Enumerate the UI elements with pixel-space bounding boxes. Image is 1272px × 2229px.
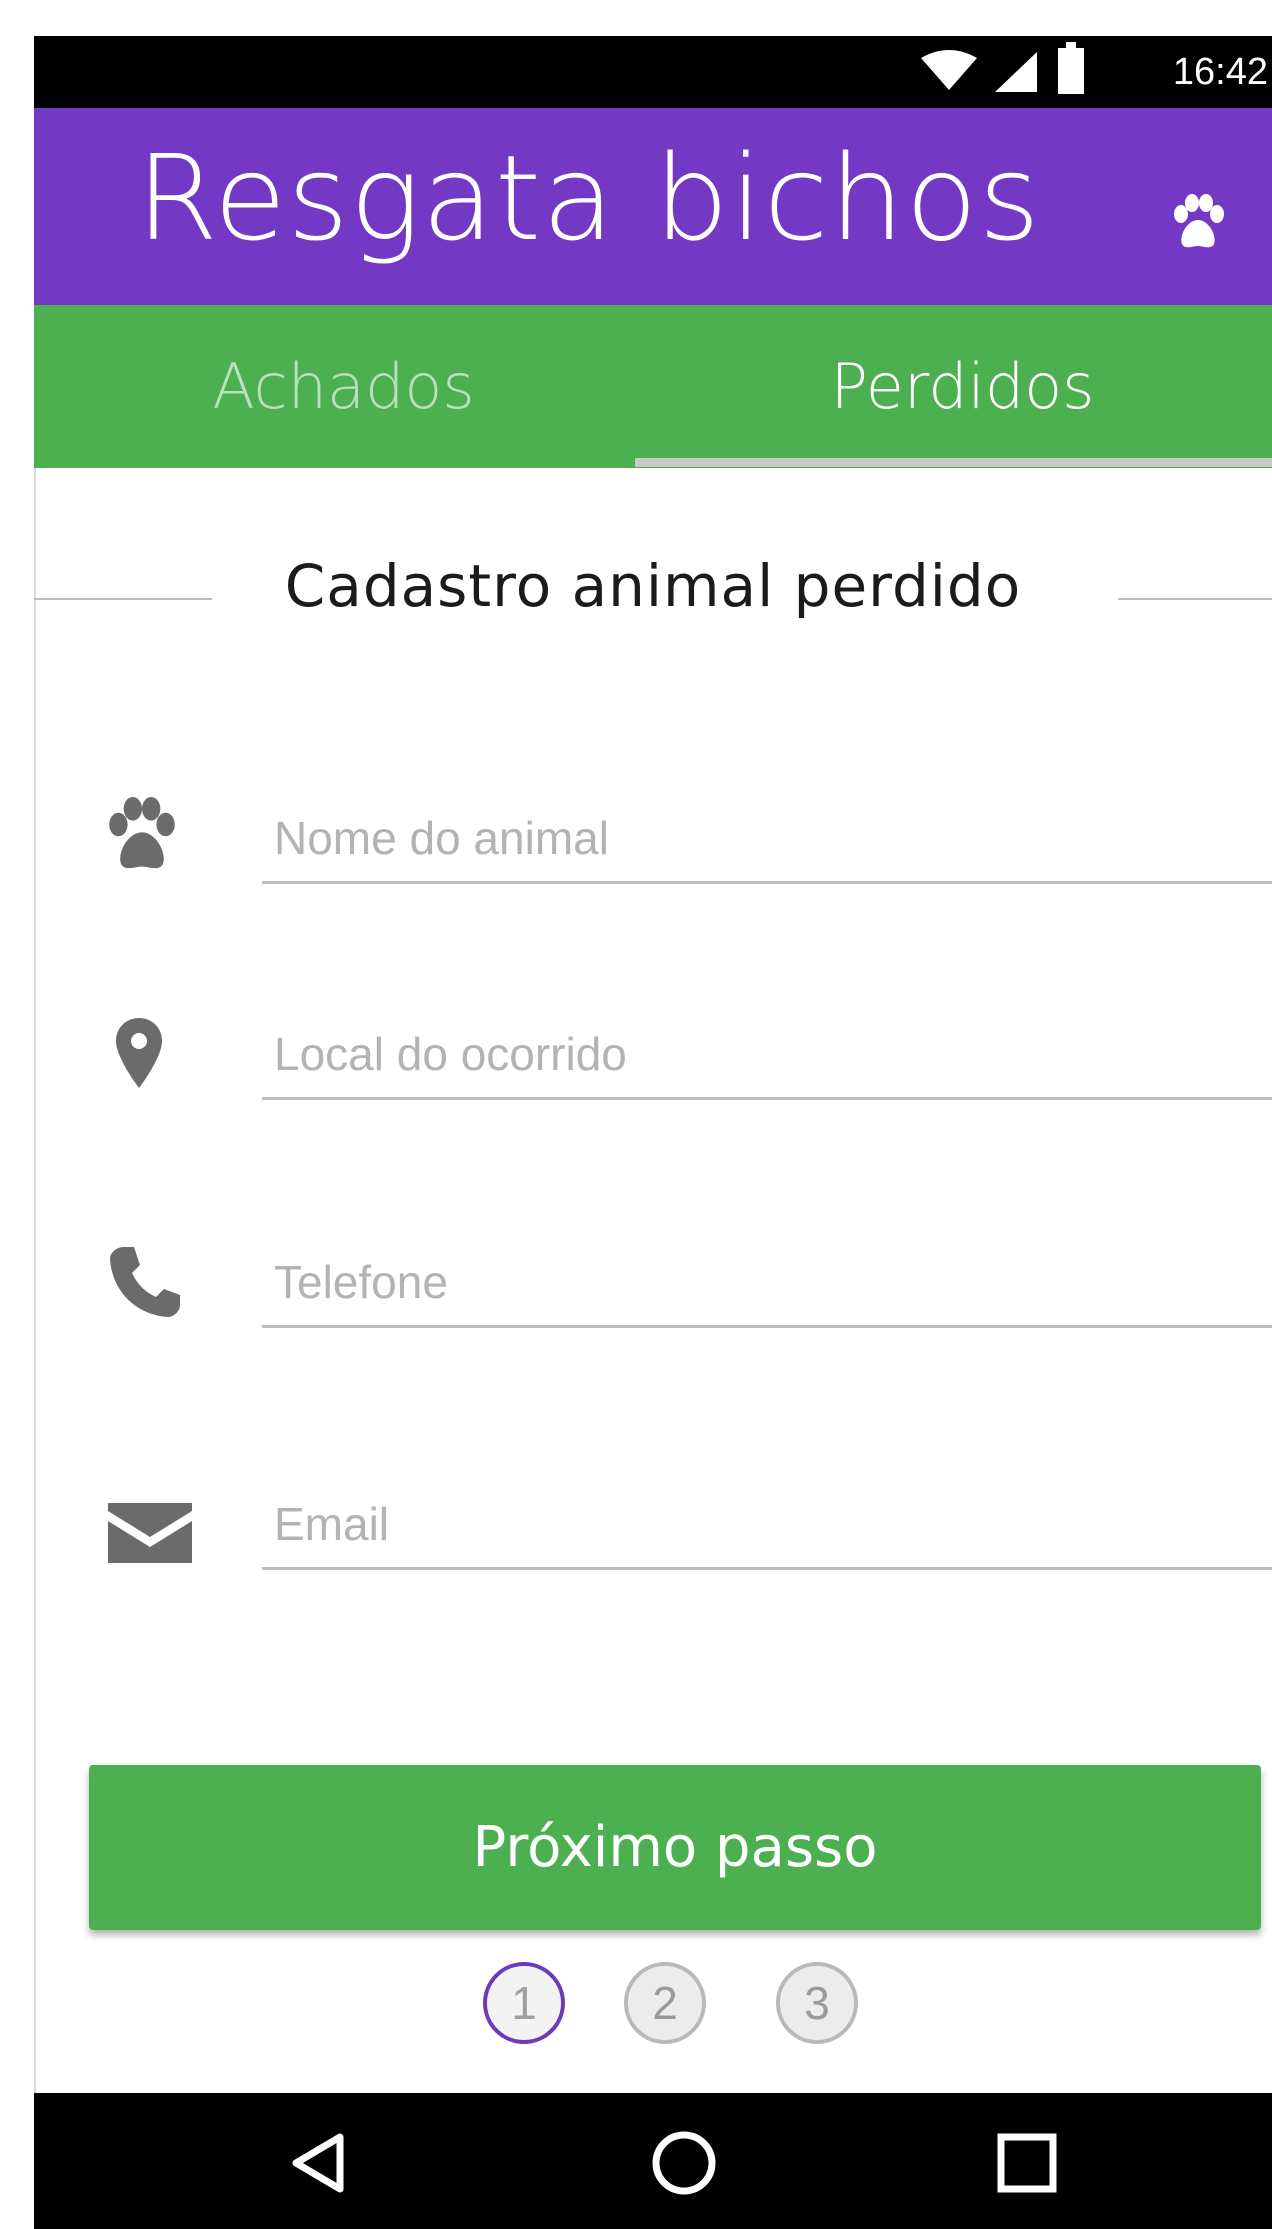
phone-icon <box>110 1247 180 1317</box>
app-header: Resgata bichos <box>34 108 1272 305</box>
email-input[interactable] <box>262 1480 1272 1570</box>
location-pin-icon <box>116 1018 162 1088</box>
form-title: Cadastro animal perdido <box>34 548 1272 624</box>
step-2-indicator: 2 <box>624 1962 706 2044</box>
battery-icon <box>1058 42 1084 94</box>
tab-achados[interactable]: Achados <box>34 305 653 468</box>
status-bar: 16:42 <box>34 36 1272 108</box>
wifi-icon <box>921 50 977 90</box>
paw-icon <box>1174 194 1224 248</box>
step-3-indicator: 3 <box>776 1962 858 2044</box>
app-title: Resgata bichos <box>136 129 1041 267</box>
animal-name-input[interactable] <box>262 794 1272 884</box>
back-icon[interactable] <box>270 2113 370 2213</box>
email-icon <box>108 1503 192 1563</box>
navigation-bar <box>34 2093 1272 2229</box>
paw-icon <box>109 797 175 869</box>
phone-input[interactable] <box>262 1238 1272 1328</box>
frame-border <box>34 468 36 2093</box>
tab-bar: Achados Perdidos <box>34 305 1272 468</box>
phone-screen: 16:42 Resgata bichos Achados Perdidos Ca… <box>0 0 1272 2229</box>
form-title-text: Cadastro animal perdido <box>284 552 1022 620</box>
home-icon[interactable] <box>634 2113 734 2213</box>
signal-icon <box>995 52 1037 92</box>
recents-icon[interactable] <box>977 2113 1077 2213</box>
tab-perdidos[interactable]: Perdidos <box>653 305 1272 468</box>
location-input[interactable] <box>262 1010 1272 1100</box>
step-1-indicator: 1 <box>483 1962 565 2044</box>
tab-indicator <box>635 458 1272 467</box>
next-step-button[interactable]: Próximo passo <box>89 1765 1261 1930</box>
status-time: 16:42 <box>1172 51 1268 93</box>
